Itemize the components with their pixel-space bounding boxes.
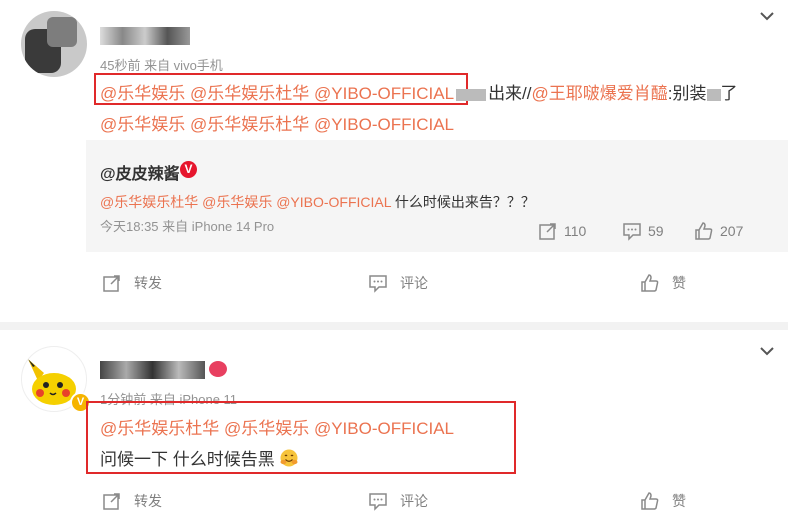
repost-button[interactable]: 转发 bbox=[102, 491, 162, 511]
thumbs-up-icon bbox=[641, 274, 659, 292]
quoted-meta: 今天18:35 来自 iPhone 14 Pro bbox=[100, 219, 275, 234]
post-body: 问候一下 什么时候告黑 bbox=[100, 450, 275, 469]
repost-label: 转发 bbox=[134, 493, 162, 509]
quoted-text: @乐华娱乐杜华 @乐华娱乐 @YIBO-OFFICIAL 什么时候出来告？？？ bbox=[100, 192, 535, 212]
member-crown-icon bbox=[209, 361, 227, 377]
post-divider bbox=[0, 322, 788, 330]
comment-icon bbox=[369, 275, 387, 293]
repost-icon bbox=[103, 275, 120, 292]
blurred-text bbox=[706, 88, 721, 101]
mention-link[interactable]: @乐华娱乐杜华 bbox=[190, 84, 309, 103]
hugging-emoji-icon bbox=[280, 449, 298, 467]
quoted-repost-stat[interactable]: 110 bbox=[538, 221, 586, 241]
avatar[interactable] bbox=[21, 11, 87, 77]
repost-icon bbox=[539, 223, 556, 240]
post-text: :别装 bbox=[667, 84, 707, 103]
mention-link[interactable]: @YIBO-OFFICIAL bbox=[314, 84, 454, 103]
quoted-body: 什么时候出来告？？？ bbox=[391, 194, 535, 210]
quoted-comment-stat[interactable]: 59 bbox=[622, 221, 664, 241]
post-text: 了 bbox=[720, 84, 738, 103]
mention-link[interactable]: @乐华娱乐 bbox=[100, 84, 185, 103]
comment-button[interactable]: 评论 bbox=[368, 491, 428, 511]
post-meta: 45秒前 来自 vivo手机 bbox=[100, 58, 223, 73]
like-button[interactable]: 赞 bbox=[640, 491, 686, 511]
like-button[interactable]: 赞 bbox=[640, 273, 686, 293]
avatar-blur bbox=[47, 17, 77, 47]
verified-badge-icon: V bbox=[180, 161, 197, 178]
post-text: 问候一下 什么时候告黑 bbox=[100, 445, 299, 470]
thumbs-up-icon bbox=[641, 492, 659, 510]
comment-label: 评论 bbox=[400, 493, 428, 509]
like-label: 赞 bbox=[672, 493, 686, 509]
like-count: 207 bbox=[720, 223, 744, 239]
username-blurred[interactable] bbox=[100, 27, 190, 45]
thumbs-up-icon bbox=[695, 222, 713, 240]
post-text: 出来// bbox=[488, 84, 532, 103]
quoted-author[interactable]: @皮皮辣酱 bbox=[100, 160, 180, 184]
post-mentions[interactable]: @乐华娱乐杜华 @乐华娱乐 @YIBO-OFFICIAL bbox=[100, 414, 454, 439]
post-text-line1: @乐华娱乐 @乐华娱乐杜华 @YIBO-OFFICIAL 出来//@王耶啵爆爱肖醯… bbox=[100, 79, 738, 104]
repost-label: 转发 bbox=[134, 275, 162, 291]
quoted-mentions[interactable]: @乐华娱乐杜华 @乐华娱乐 @YIBO-OFFICIAL bbox=[100, 194, 391, 210]
comment-button[interactable]: 评论 bbox=[368, 273, 428, 293]
chevron-down-icon[interactable] bbox=[760, 344, 774, 358]
like-label: 赞 bbox=[672, 275, 686, 291]
repost-icon bbox=[103, 493, 120, 510]
chevron-down-icon[interactable] bbox=[760, 9, 774, 23]
comment-icon bbox=[369, 493, 387, 511]
post-text-line2[interactable]: @乐华娱乐 @乐华娱乐杜华 @YIBO-OFFICIAL bbox=[100, 110, 454, 135]
comment-icon bbox=[623, 223, 641, 241]
quoted-like-stat[interactable]: 207 bbox=[694, 221, 743, 241]
comment-label: 评论 bbox=[400, 275, 428, 291]
mention-link[interactable]: @王耶啵爆爱肖醯 bbox=[532, 84, 668, 103]
blurred-text bbox=[456, 88, 487, 101]
repost-button[interactable]: 转发 bbox=[102, 273, 162, 293]
username-blurred[interactable] bbox=[100, 361, 205, 379]
repost-count: 110 bbox=[564, 223, 587, 239]
comment-count: 59 bbox=[648, 223, 664, 239]
